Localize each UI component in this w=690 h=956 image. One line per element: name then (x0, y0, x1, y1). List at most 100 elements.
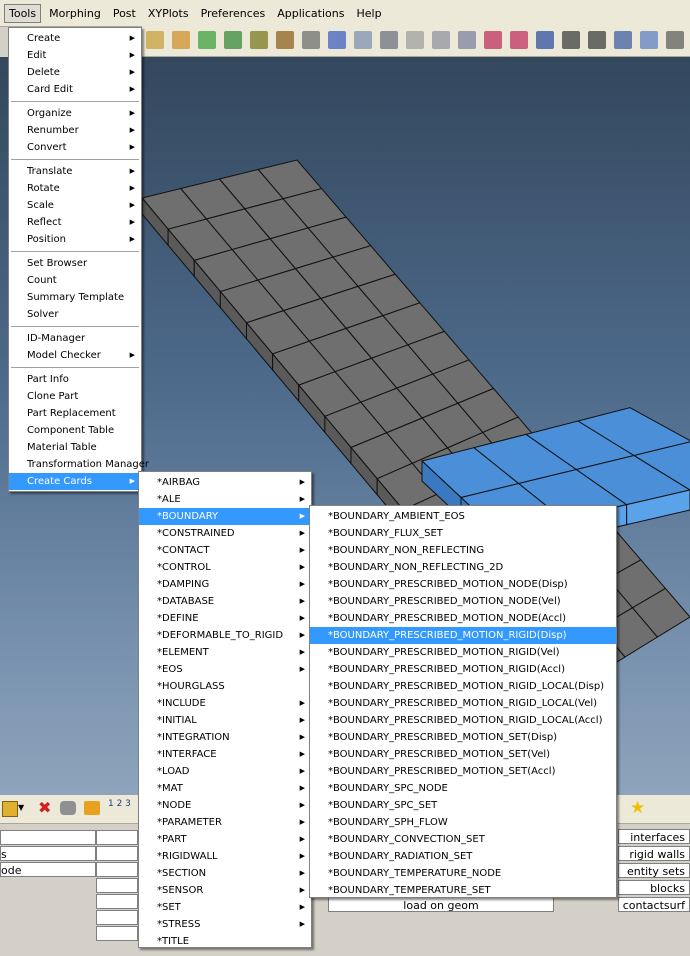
tool-b-icon[interactable] (224, 31, 242, 49)
cards-menu-item[interactable]: *SET ▶ (139, 899, 311, 916)
panel-cell[interactable] (96, 830, 138, 845)
tools-menu-item[interactable]: Component Table (9, 422, 141, 439)
cards-menu-item[interactable]: *PARAMETER ▶ (139, 814, 311, 831)
component-icon[interactable] (2, 801, 18, 817)
bottle-icon[interactable] (380, 31, 398, 49)
menu-applications[interactable]: Applications (273, 5, 348, 22)
cards-menu-item[interactable]: *ALE ▶ (139, 491, 311, 508)
renumber-icon[interactable]: 1 2 3 (108, 799, 131, 809)
cube2-icon[interactable] (432, 31, 450, 49)
mesh-red2-icon[interactable] (510, 31, 528, 49)
cards-menu-item[interactable]: *DATABASE ▶ (139, 593, 311, 610)
cards-menu-item[interactable]: *LOAD ▶ (139, 763, 311, 780)
boundary-menu-item[interactable]: *BOUNDARY_PRESCRIBED_MOTION_RIGID_LOCAL(… (310, 712, 616, 729)
boundary-menu-item[interactable]: *BOUNDARY_NON_REFLECTING (310, 542, 616, 559)
boundary-menu-item[interactable]: *BOUNDARY_PRESCRIBED_MOTION_SET(Accl) (310, 763, 616, 780)
panel-cell-right[interactable]: entity sets (618, 863, 690, 878)
cards-menu-item[interactable]: *INITIAL ▶ (139, 712, 311, 729)
panel-cell-left[interactable]: s (0, 846, 96, 861)
cards-menu-item[interactable]: *DEFINE ▶ (139, 610, 311, 627)
table-icon[interactable] (614, 31, 632, 49)
cards-menu-item[interactable]: *TITLE (139, 933, 311, 950)
cards-menu-item[interactable]: *NODE ▶ (139, 797, 311, 814)
cards-menu-item[interactable]: *INTEGRATION ▶ (139, 729, 311, 746)
cards-menu-item[interactable]: *INTERFACE ▶ (139, 746, 311, 763)
boundary-menu-item[interactable]: *BOUNDARY_NON_REFLECTING_2D (310, 559, 616, 576)
sigma-icon[interactable] (562, 31, 580, 49)
boundary-menu-item[interactable]: *BOUNDARY_PRESCRIBED_MOTION_RIGID(Vel) (310, 644, 616, 661)
tools-menu-item[interactable]: Solver (9, 306, 141, 323)
boundary-menu-item[interactable]: *BOUNDARY_PRESCRIBED_MOTION_RIGID_LOCAL(… (310, 678, 616, 695)
boundary-menu-item[interactable]: *BOUNDARY_FLUX_SET (310, 525, 616, 542)
cards-menu-item[interactable]: *MAT ▶ (139, 780, 311, 797)
tools-menu-item[interactable]: Material Table (9, 439, 141, 456)
sum-box-icon[interactable] (302, 31, 320, 49)
cards-menu-item[interactable]: *CONTROL ▶ (139, 559, 311, 576)
tools-menu-item[interactable]: Position ▶ (9, 231, 141, 248)
cards-menu-item[interactable]: *CONSTRAINED ▶ (139, 525, 311, 542)
import-icon[interactable] (146, 31, 164, 49)
panel-cell-right[interactable]: rigid walls (618, 846, 690, 861)
tools-menu-item[interactable]: Clone Part (9, 388, 141, 405)
layout2-icon[interactable] (666, 31, 684, 49)
cards-menu-item[interactable]: *HOURGLASS (139, 678, 311, 695)
chevron-down-icon[interactable]: ▼ (18, 803, 24, 812)
cards-menu-item[interactable]: *DEFORMABLE_TO_RIGID ▶ (139, 627, 311, 644)
layout-icon[interactable] (640, 31, 658, 49)
cards-menu-item[interactable]: *INCLUDE ▶ (139, 695, 311, 712)
tools-menu-item[interactable]: Model Checker ▶ (9, 347, 141, 364)
boundary-menu-item[interactable]: *BOUNDARY_PRESCRIBED_MOTION_RIGID(Disp) (310, 627, 616, 644)
cards-menu-item[interactable]: *PART ▶ (139, 831, 311, 848)
panel-cell[interactable] (96, 862, 138, 877)
panel-cell[interactable] (0, 830, 96, 845)
tools-menu-item[interactable]: Part Info (9, 371, 141, 388)
tools-menu-item[interactable]: Transformation Manager (9, 456, 149, 473)
parts-icon[interactable] (60, 801, 76, 815)
line-icon[interactable] (328, 31, 346, 49)
boundary-menu-item[interactable]: *BOUNDARY_SPC_SET (310, 797, 616, 814)
delete-icon[interactable]: ✖ (38, 798, 51, 817)
sum-icon[interactable] (250, 31, 268, 49)
cards-menu-item[interactable]: *CONTACT ▶ (139, 542, 311, 559)
panel-cell-left[interactable]: ode (0, 862, 96, 877)
cards-menu-item[interactable]: *AIRBAG ▶ (139, 474, 311, 491)
export-icon[interactable] (172, 31, 190, 49)
tools-menu-item[interactable]: Create ▶ (9, 30, 141, 47)
panel-cell-right[interactable]: contactsurf (618, 897, 690, 912)
boundary-menu-item[interactable]: *BOUNDARY_AMBIENT_EOS (310, 508, 616, 525)
boundary-menu-item[interactable]: *BOUNDARY_PRESCRIBED_MOTION_SET(Disp) (310, 729, 616, 746)
tools-menu-item[interactable]: ID-Manager (9, 330, 141, 347)
folder-icon[interactable] (84, 801, 100, 815)
tools-menu-item[interactable]: Edit ▶ (9, 47, 141, 64)
tool-a-icon[interactable] (198, 31, 216, 49)
star-icon[interactable]: ★ (630, 798, 645, 818)
tools-menu-item[interactable]: Organize ▶ (9, 105, 141, 122)
menu-preferences[interactable]: Preferences (197, 5, 270, 22)
cylinder-icon[interactable] (354, 31, 372, 49)
tools-menu-item[interactable]: Summary Template (9, 289, 141, 306)
panel-cell[interactable] (96, 878, 138, 893)
menu-morphing[interactable]: Morphing (45, 5, 105, 22)
panel-cell-right[interactable]: blocks (618, 880, 690, 895)
panel-cell[interactable] (96, 894, 138, 909)
tools-menu-item[interactable]: Reflect ▶ (9, 214, 141, 231)
menu-post[interactable]: Post (109, 5, 140, 22)
sum-folder-icon[interactable] (276, 31, 294, 49)
mesh-blue-icon[interactable] (536, 31, 554, 49)
tools-menu-item[interactable]: Card Edit ▶ (9, 81, 141, 98)
menu-xyplots[interactable]: XYPlots (144, 5, 193, 22)
cards-menu-item[interactable]: *ELEMENT ▶ (139, 644, 311, 661)
tools-menu-item[interactable]: Set Browser (9, 255, 141, 272)
tools-menu-item[interactable]: Count (9, 272, 141, 289)
boundary-menu-item[interactable]: *BOUNDARY_RADIATION_SET (310, 848, 616, 865)
menu-tools[interactable]: Tools (4, 3, 42, 23)
load-on-geom-button[interactable]: load on geom (328, 897, 554, 912)
panel-cell[interactable] (96, 910, 138, 925)
tools-menu-item[interactable]: Delete ▶ (9, 64, 141, 81)
sigma2-icon[interactable] (588, 31, 606, 49)
menu-help[interactable]: Help (352, 5, 385, 22)
boundary-menu-item[interactable]: *BOUNDARY_PRESCRIBED_MOTION_NODE(Disp) (310, 576, 616, 593)
boundary-menu-item[interactable]: *BOUNDARY_PRESCRIBED_MOTION_RIGID(Accl) (310, 661, 616, 678)
cards-menu-item[interactable]: *EOS ▶ (139, 661, 311, 678)
boundary-menu-item[interactable]: *BOUNDARY_PRESCRIBED_MOTION_SET(Vel) (310, 746, 616, 763)
